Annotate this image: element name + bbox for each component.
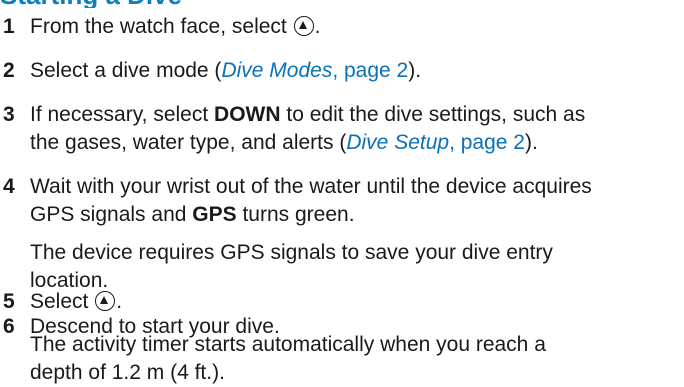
step-text-line2: GPS signals and — [30, 203, 193, 226]
step-text-end: turns green. — [236, 203, 355, 226]
step-text-end: . — [116, 290, 123, 313]
step-text: Select a dive mode ( — [30, 59, 222, 82]
link-page: , page 2 — [332, 59, 409, 82]
section-heading-text: Starting a Dive — [0, 0, 182, 8]
note-text: The device requires GPS signals to save … — [30, 241, 553, 264]
down-button-label: DOWN — [214, 103, 281, 126]
up-button-icon — [95, 291, 116, 311]
step-text: Wait with your wrist out of the water un… — [30, 175, 592, 198]
step-number: 5 — [3, 290, 15, 313]
step-text: If necessary, select — [30, 103, 215, 126]
note-text-line2: depth of 1.2 m (4 ft.). — [30, 361, 225, 384]
step-number: 3 — [3, 103, 15, 126]
link-page: , page 2 — [449, 131, 525, 154]
step-text: From the watch face, select — [30, 15, 293, 38]
step-text-mid: to edit the dive settings, such as — [280, 103, 586, 126]
dive-modes-link[interactable]: Dive Modes, page 2 — [221, 59, 408, 82]
step-text-end: ). — [524, 131, 538, 154]
section-heading: Starting a Dive — [0, 0, 240, 8]
step-number: 2 — [3, 59, 15, 82]
step-text-end: ). — [408, 59, 422, 82]
step-text-line2: the gases, water type, and alerts ( — [30, 131, 347, 154]
note-text: The activity timer starts automatically … — [30, 333, 546, 356]
step-number: 6 — [3, 315, 15, 338]
step-text-end: . — [314, 15, 321, 38]
gps-label: GPS — [192, 203, 237, 226]
up-button-icon — [293, 16, 314, 36]
link-title: Dive Modes — [221, 59, 333, 82]
step-number: 1 — [3, 15, 15, 38]
dive-setup-link[interactable]: Dive Setup, page 2 — [346, 131, 525, 154]
link-title: Dive Setup — [346, 131, 450, 154]
step-number: 4 — [3, 175, 15, 198]
step-text: Select — [30, 290, 95, 313]
